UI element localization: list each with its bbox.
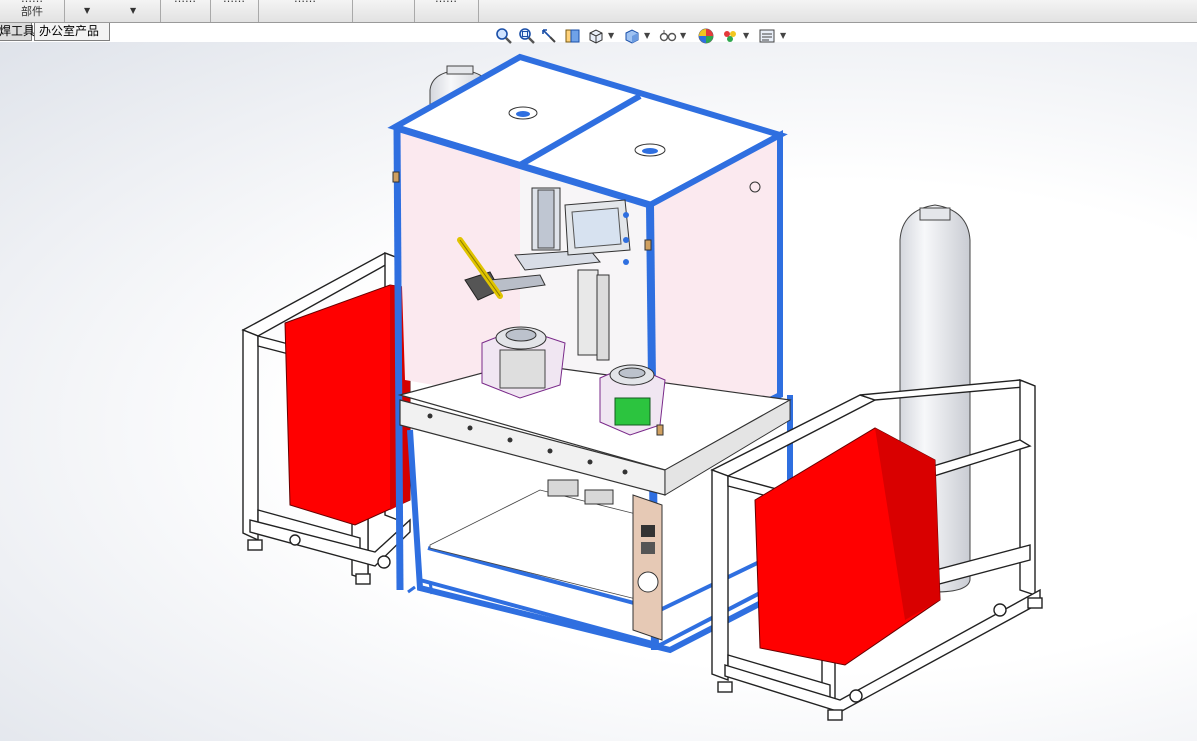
right-red-bin: [754, 427, 941, 666]
assembly-model-view[interactable]: [0, 0, 1197, 741]
machine-cabinet: [387, 53, 793, 654]
left-red-bin: [284, 284, 411, 526]
